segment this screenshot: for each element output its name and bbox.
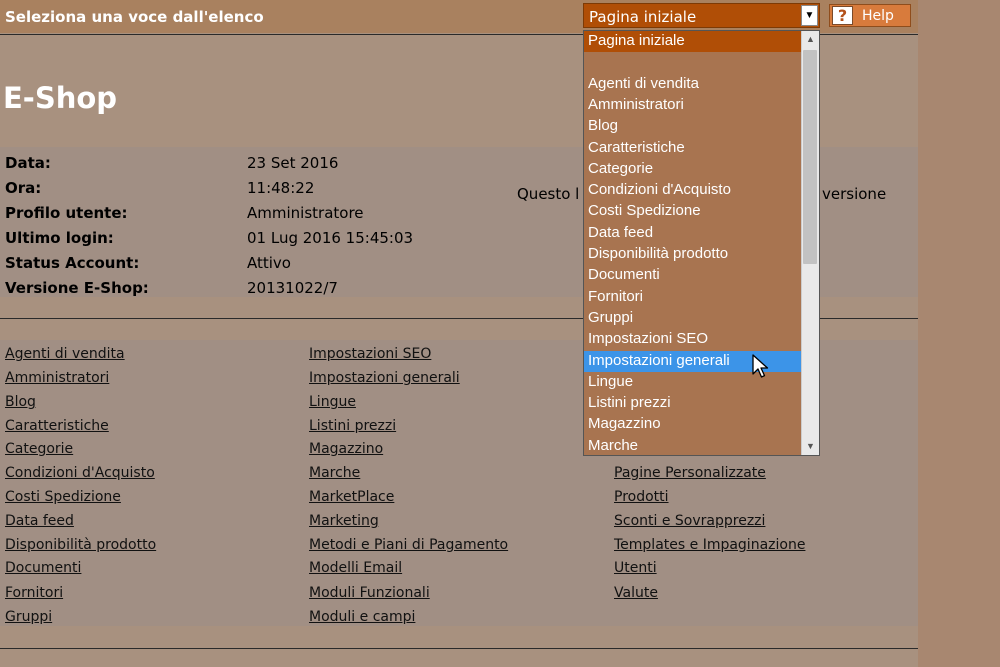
section-select[interactable]: Pagina iniziale ▼ xyxy=(583,3,820,28)
divider-bottom xyxy=(0,648,918,649)
help-label: Help xyxy=(862,8,894,24)
link-condizioni-d-acquisto[interactable]: Condizioni d'Acquisto xyxy=(5,465,155,481)
dropdown-item[interactable]: Disponibilità prodotto xyxy=(584,244,801,265)
link-marketing[interactable]: Marketing xyxy=(309,513,379,529)
dropdown-item[interactable]: Gruppi xyxy=(584,308,801,329)
link-blog[interactable]: Blog xyxy=(5,394,36,410)
link-agenti-di-vendita[interactable]: Agenti di vendita xyxy=(5,346,125,362)
dropdown-item[interactable]: Categorie xyxy=(584,159,801,180)
link-documenti[interactable]: Documenti xyxy=(5,560,81,576)
link-sconti-e-sovrapprezzi[interactable]: Sconti e Sovrapprezzi xyxy=(614,513,765,529)
help-button[interactable]: ? Help xyxy=(829,4,911,27)
dropdown-item[interactable]: Listini prezzi xyxy=(584,393,801,414)
info-label: Status Account: xyxy=(5,254,140,272)
info-value: Attivo xyxy=(247,254,291,272)
notice-text-end: versione xyxy=(822,185,887,203)
info-value: 01 Lug 2016 15:45:03 xyxy=(247,229,414,247)
dropdown-separator[interactable] xyxy=(584,52,801,73)
info-label: Profilo utente: xyxy=(5,204,128,222)
link-fornitori[interactable]: Fornitori xyxy=(5,585,63,601)
info-label: Ultimo login: xyxy=(5,229,114,247)
scroll-down-icon[interactable]: ▼ xyxy=(802,438,819,455)
link-prodotti[interactable]: Prodotti xyxy=(614,489,669,505)
dropdown-item[interactable]: Caratteristiche xyxy=(584,138,801,159)
section-dropdown-list[interactable]: Pagina iniziale Agenti di vendita Amminist… xyxy=(583,30,820,456)
help-question-icon: ? xyxy=(832,6,853,25)
info-value: 20131022/7 xyxy=(247,279,338,297)
mouse-cursor-icon xyxy=(752,354,769,378)
link-marketplace[interactable]: MarketPlace xyxy=(309,489,394,505)
link-categorie[interactable]: Categorie xyxy=(5,441,73,457)
scroll-up-icon[interactable]: ▲ xyxy=(802,31,819,48)
dropdown-item[interactable]: Costi Spedizione xyxy=(584,201,801,222)
dropdown-item[interactable]: Magazzino xyxy=(584,414,801,435)
link-modelli-email[interactable]: Modelli Email xyxy=(309,560,402,576)
link-listini-prezzi[interactable]: Listini prezzi xyxy=(309,418,396,434)
link-disponibilit-prodotto[interactable]: Disponibilità prodotto xyxy=(5,537,156,553)
info-label: Versione E-Shop: xyxy=(5,279,149,297)
link-valute[interactable]: Valute xyxy=(614,585,658,601)
link-moduli-funzionali[interactable]: Moduli Funzionali xyxy=(309,585,430,601)
dropdown-item[interactable]: Pagina iniziale xyxy=(584,31,801,52)
dropdown-item[interactable]: Amministratori xyxy=(584,95,801,116)
chevron-down-icon[interactable]: ▼ xyxy=(801,5,818,26)
page-right-margin xyxy=(918,0,1000,667)
link-gruppi[interactable]: Gruppi xyxy=(5,609,52,625)
scrollbar-thumb[interactable] xyxy=(803,50,817,264)
link-moduli-e-campi[interactable]: Moduli e campi xyxy=(309,609,415,625)
link-costi-spedizione[interactable]: Costi Spedizione xyxy=(5,489,121,505)
select-value: Pagina iniziale xyxy=(589,8,697,26)
link-amministratori[interactable]: Amministratori xyxy=(5,370,109,386)
info-value: 11:48:22 xyxy=(247,179,315,197)
topbar-title: Seleziona una voce dall'elenco xyxy=(5,8,264,26)
link-metodi-e-piani-di-pagamento[interactable]: Metodi e Piani di Pagamento xyxy=(309,537,508,553)
dropdown-item[interactable]: Blog xyxy=(584,116,801,137)
dropdown-item[interactable]: Fornitori xyxy=(584,287,801,308)
dropdown-item[interactable]: Impostazioni SEO xyxy=(584,329,801,350)
link-pagine-personalizzate[interactable]: Pagine Personalizzate xyxy=(614,465,766,481)
link-lingue[interactable]: Lingue xyxy=(309,394,356,410)
dropdown-item[interactable]: Marche xyxy=(584,436,801,455)
link-caratteristiche[interactable]: Caratteristiche xyxy=(5,418,109,434)
link-marche[interactable]: Marche xyxy=(309,465,360,481)
link-data-feed[interactable]: Data feed xyxy=(5,513,74,529)
link-templates-e-impaginazione[interactable]: Templates e Impaginazione xyxy=(614,537,805,553)
link-impostazioni-generali[interactable]: Impostazioni generali xyxy=(309,370,460,386)
dropdown-scrollbar[interactable]: ▲ ▼ xyxy=(801,31,819,455)
info-label: Ora: xyxy=(5,179,42,197)
info-label: Data: xyxy=(5,154,51,172)
dropdown-item[interactable]: Agenti di vendita xyxy=(584,74,801,95)
info-value: 23 Set 2016 xyxy=(247,154,339,172)
link-impostazioni-seo[interactable]: Impostazioni SEO xyxy=(309,346,431,362)
info-value: Amministratore xyxy=(247,204,364,222)
page-title: E-Shop xyxy=(3,81,118,115)
link-utenti[interactable]: Utenti xyxy=(614,560,657,576)
dropdown-item[interactable]: Data feed xyxy=(584,223,801,244)
link-magazzino[interactable]: Magazzino xyxy=(309,441,383,457)
notice-text: Questo l xyxy=(517,185,580,203)
dropdown-item[interactable]: Documenti xyxy=(584,265,801,286)
dropdown-item[interactable]: Condizioni d'Acquisto xyxy=(584,180,801,201)
